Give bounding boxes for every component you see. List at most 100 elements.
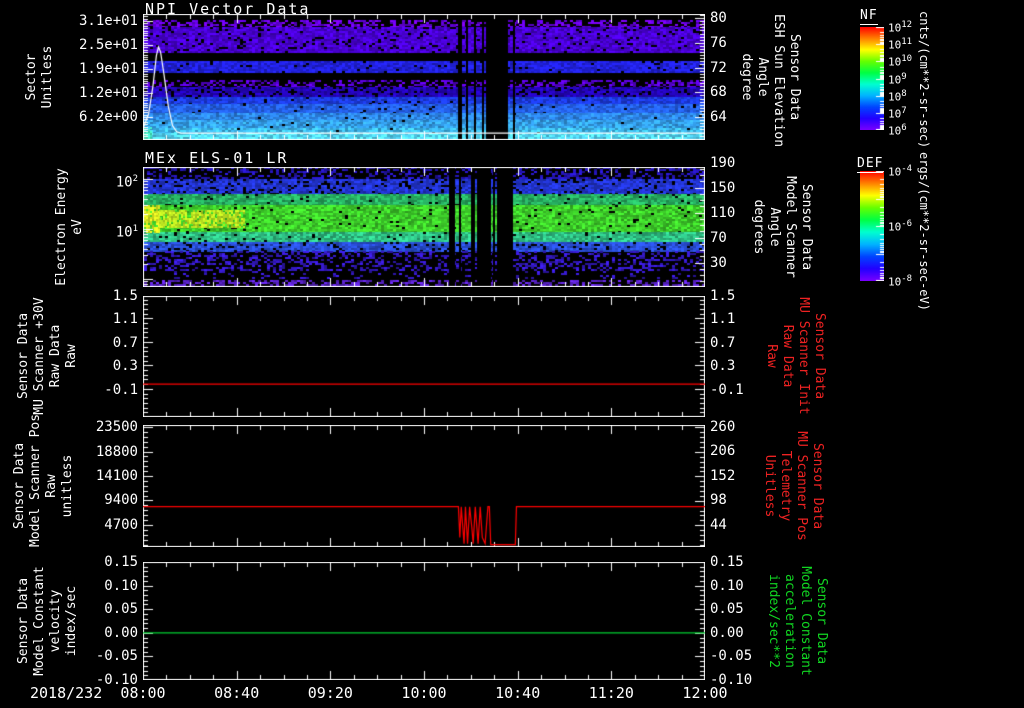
y-tick-label: 1.9e+01 [78, 60, 138, 77]
tick-base: 10 [888, 107, 902, 121]
axis-label-line: Raw [64, 344, 79, 368]
panel1-left-axis-label: Sector Unitless [24, 14, 56, 140]
x-tick-label: 08:40 [214, 684, 260, 702]
y-tick-label: 4700 [104, 516, 138, 533]
y-tick-label: 30 [710, 254, 727, 271]
axis-label-line: Sensor Data [810, 442, 825, 530]
y-tick-label: 1.5 [112, 288, 138, 304]
y-tick-label: -0.1 [710, 381, 744, 398]
axis-label-line: Telemetry [778, 450, 793, 522]
tick-exponent: 9 [901, 71, 907, 82]
x-tick-label: 09:20 [307, 684, 353, 702]
axis-label-line: Raw [44, 474, 59, 498]
tick-exponent: -8 [901, 274, 913, 284]
plot-stage: NPI Vector Data MEx ELS-01 LR NF DEF Sec… [0, 0, 1024, 708]
tick-base: 10 [888, 220, 902, 234]
axis-label-line: velocity [48, 589, 63, 653]
y-tick-label: -0.05 [95, 648, 138, 665]
y-tick-label: 44 [710, 516, 727, 533]
tick-exponent: 8 [901, 88, 907, 99]
y-tick-label: 110 [710, 204, 736, 221]
panel1-right-axis-label: Sensor Data ESH Sun Elevation Angle degr… [738, 14, 802, 147]
panel2-right-axis-label: Sensor Data Model Scanner Angle degrees [750, 167, 814, 287]
panel4-right-axis-label: Sensor Data MU Scanner Pos Telemetry Uni… [761, 425, 825, 547]
axis-label-line: index/sec [64, 585, 79, 657]
panel2-title: MEx ELS-01 LR [145, 149, 289, 167]
model-scanner-pos-panel-canvas [143, 425, 705, 547]
tick-base: 10 [888, 21, 902, 35]
y-tick-label: 9400 [104, 492, 138, 509]
y-tick-label: 0.7 [710, 334, 736, 351]
y-tick-label: 2.5e+01 [78, 36, 138, 53]
tick-base: 10 [888, 38, 902, 52]
tick-exponent: 11 [901, 37, 913, 48]
def-colorbar-units: ergs/(cm**2-sr-sec-eV) [917, 152, 931, 311]
axis-label-line: Raw Data [780, 324, 795, 388]
axis-label-line: Sector [24, 53, 39, 101]
y-tick-label: 101 [116, 221, 138, 241]
panel4-left-axis-label: Sensor Data Model Scanner Pos Raw unitle… [12, 413, 76, 547]
axis-label-line: Angle [767, 207, 782, 247]
y-tick-label: 68 [710, 84, 727, 101]
y-tick-label: 80 [710, 10, 727, 27]
y-tick-label: -0.1 [104, 381, 138, 398]
mu-scanner-30v-panel-canvas [143, 296, 705, 417]
axis-label-line: Unitless [40, 45, 55, 109]
y-tick-label: 0.00 [104, 624, 138, 641]
y-tick-label: 64 [710, 109, 727, 126]
y-tick-label: 0.15 [104, 554, 138, 570]
y-tick-label: 260 [710, 418, 736, 435]
y-tick-label: 76 [710, 34, 727, 51]
tick-exponent: 2 [132, 174, 138, 185]
y-tick-label: 6.2e+00 [78, 108, 138, 125]
axis-label-line: MU Scanner Pos [794, 431, 809, 541]
y-tick-label: 152 [710, 467, 736, 484]
panel3-right-axis-label: Sensor Data MU Scanner Init Raw Data Raw [763, 295, 827, 417]
x-tick-label: 11:20 [588, 684, 634, 702]
colorbar-tick-label: 108 [888, 87, 907, 105]
model-constant-velocity-panel-canvas [143, 562, 705, 680]
colorbar-tick-label: 1011 [888, 35, 912, 53]
axis-label-line: degree [739, 53, 754, 101]
axis-label-line: Sensor Data [787, 33, 802, 121]
y-tick-label: 102 [116, 171, 138, 191]
axis-label-line: Model Scanner Pos [28, 413, 43, 547]
y-tick-label: 206 [710, 443, 736, 460]
panel5-right-axis-label: Sensor Data Model Constant acceleration … [765, 562, 829, 680]
axis-label-line: Sensor Data [812, 312, 827, 400]
axis-label-line: Unitless [762, 454, 777, 518]
colorbar-tick-label: 1010 [888, 52, 912, 70]
tick-exponent: -4 [901, 164, 913, 174]
axis-label-line: Sensor Data [16, 312, 31, 400]
y-tick-label: 190 [710, 154, 736, 171]
x-tick-label: 08:00 [120, 684, 166, 702]
axis-label-line: MU Scanner +30V [32, 297, 47, 415]
els-spectrogram-canvas [143, 167, 705, 287]
colorbar-tick-label: 10-8 [888, 272, 912, 290]
axis-label-line: Sensor Data [16, 577, 31, 665]
tick-base: 10 [888, 90, 902, 104]
y-tick-label: 1.1 [112, 311, 138, 328]
nf-colorbar-title: NF [860, 8, 878, 25]
y-tick-label: 0.15 [710, 554, 744, 570]
y-tick-label: 1.1 [710, 311, 736, 328]
tick-base: 10 [115, 224, 133, 241]
axis-label-line: Sensor Data [799, 183, 814, 271]
panel2-left-axis-label: Electron Energy eV [54, 167, 86, 287]
x-tick-label: 12:00 [682, 684, 728, 702]
x-tick-label: 10:00 [401, 684, 447, 702]
y-tick-label: 18800 [95, 443, 138, 460]
y-tick-label: 14100 [95, 467, 138, 484]
colorbar-tick-label: 1012 [888, 18, 912, 36]
colorbar-tick-label: 107 [888, 104, 907, 122]
y-tick-label: 70 [710, 229, 727, 246]
x-axis-date: 2018/232 [30, 684, 103, 702]
colorbar-tick-label: 10-4 [888, 162, 912, 180]
y-tick-label: -0.05 [710, 648, 753, 665]
axis-label-line: eV [70, 219, 85, 235]
tick-exponent: 6 [901, 123, 907, 133]
tick-base: 10 [888, 275, 902, 289]
axis-label-line: Raw Data [48, 324, 63, 388]
y-tick-label: 72 [710, 59, 727, 76]
y-tick-label: 0.7 [112, 334, 138, 351]
